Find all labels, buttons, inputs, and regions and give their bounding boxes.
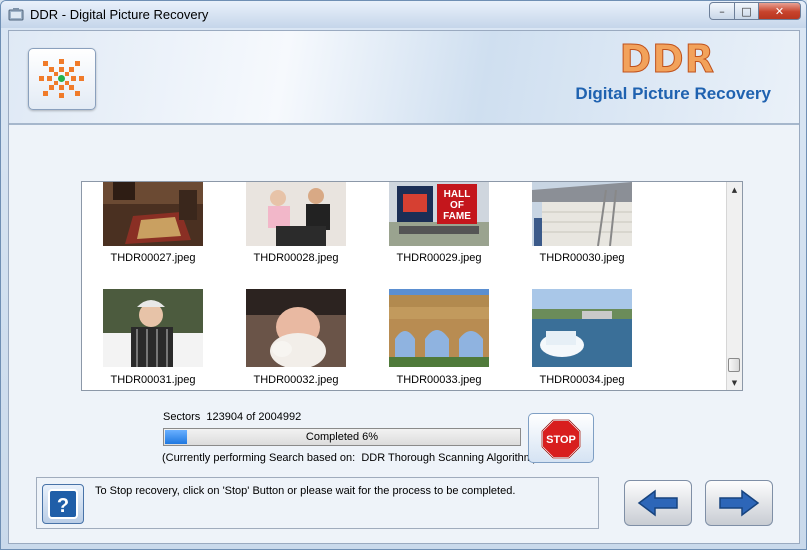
help-icon: ? <box>48 489 78 519</box>
app-window: DDR - Digital Picture Recovery – □ ✕ DDR… <box>0 0 807 550</box>
close-button[interactable]: ✕ <box>758 2 801 20</box>
gallery-scrollbar[interactable]: ▲ ▼ <box>726 182 742 390</box>
thumbnail-house <box>532 182 632 246</box>
thumbnail-portrait <box>103 289 203 367</box>
file-name: THDR00029.jpeg <box>396 252 482 264</box>
recovered-images-gallery[interactable]: THDR00027.jpeg THDR00028.jpeg HALL OF FA… <box>81 181 743 391</box>
sectors-counter: Sectors 123904 of 2004992 <box>163 411 302 423</box>
gallery-item[interactable]: THDR00028.jpeg <box>246 182 346 264</box>
help-label: ? <box>57 495 69 517</box>
logo <box>28 48 96 110</box>
header-banner: DDR Digital Picture Recovery <box>9 31 799 125</box>
sign-text: FAME <box>443 211 471 222</box>
file-name: THDR00032.jpeg <box>253 374 339 386</box>
gallery-item[interactable]: THDR00033.jpeg <box>389 289 489 386</box>
back-button[interactable] <box>624 480 692 526</box>
next-button[interactable] <box>705 480 773 526</box>
algorithm-status: (Currently performing Search based on: D… <box>162 452 537 464</box>
thumbnail-room <box>103 182 203 246</box>
recovery-progress-bar: Completed 6% <box>163 428 521 446</box>
sign-text: HALL <box>444 189 471 200</box>
stop-label: STOP <box>546 434 576 446</box>
gallery-item[interactable]: HALL OF FAME THDR00029.jpeg <box>389 182 489 264</box>
stop-sign-icon: STOP <box>541 419 581 459</box>
help-button[interactable]: ? <box>42 484 84 524</box>
progress-text: Completed 6% <box>305 431 379 443</box>
thumbnail-aqueduct <box>389 289 489 367</box>
gallery-item[interactable]: THDR00034.jpeg <box>532 289 632 386</box>
file-name: THDR00027.jpeg <box>110 252 196 264</box>
file-name: THDR00031.jpeg <box>110 374 196 386</box>
scroll-down-icon[interactable]: ▼ <box>727 375 742 390</box>
thumbnail-baby <box>246 289 346 367</box>
scroll-thumb[interactable] <box>728 358 740 372</box>
main-panel: DDR Digital Picture Recovery THDR00027.j… <box>8 30 800 544</box>
sign-text: OF <box>450 200 464 211</box>
logo-icon <box>39 59 84 98</box>
file-name: THDR00034.jpeg <box>539 374 625 386</box>
window-title: DDR - Digital Picture Recovery <box>30 7 209 22</box>
file-name: THDR00033.jpeg <box>396 374 482 386</box>
minimize-button[interactable]: – <box>709 2 735 20</box>
left-arrow-icon <box>637 489 678 517</box>
info-message: To Stop recovery, click on 'Stop' Button… <box>95 485 516 497</box>
product-name: Digital Picture Recovery <box>575 84 771 103</box>
info-panel: ? To Stop recovery, click on 'Stop' Butt… <box>36 477 599 529</box>
gallery-item[interactable]: THDR00031.jpeg <box>103 289 203 386</box>
brand-logo-text: DDR <box>619 37 715 82</box>
gallery-item[interactable]: THDR00032.jpeg <box>246 289 346 386</box>
stop-button[interactable]: STOP <box>528 413 594 463</box>
title-bar[interactable]: DDR - Digital Picture Recovery – □ ✕ <box>1 1 806 28</box>
right-arrow-icon <box>719 489 760 517</box>
gallery-item[interactable]: THDR00027.jpeg <box>103 182 203 264</box>
file-name: THDR00028.jpeg <box>253 252 339 264</box>
thumbnail-people <box>246 182 346 246</box>
gallery-item[interactable]: THDR00030.jpeg <box>532 182 632 264</box>
file-name: THDR00030.jpeg <box>539 252 625 264</box>
maximize-button[interactable]: □ <box>734 2 759 20</box>
app-icon <box>8 8 24 21</box>
scroll-up-icon[interactable]: ▲ <box>727 182 742 197</box>
thumbnail-sign: HALL OF FAME <box>389 182 489 246</box>
thumbnail-falls <box>532 289 632 367</box>
